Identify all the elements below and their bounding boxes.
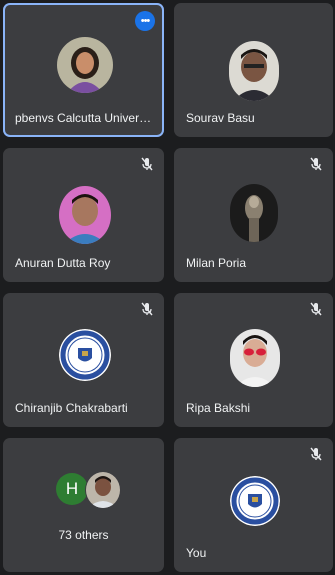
self-name: You [186,546,207,560]
mic-off-icon [307,445,325,463]
avatar [85,471,121,509]
participant-tile-chiranjib[interactable]: Chiranjib Chakrabarti [3,293,164,427]
mic-off-icon [138,300,156,318]
participant-tile-sourav[interactable]: Sourav Basu [174,3,333,137]
avatar [59,186,111,244]
participant-tile-pbenvs[interactable]: ••• pbenvs Calcutta Universi... [3,3,164,137]
avatar [229,41,279,101]
participant-name: Milan Poria [186,256,247,270]
participant-tile-milan[interactable]: Milan Poria [174,148,333,282]
self-tile[interactable]: You [174,438,333,572]
others-count-label: 73 others [58,528,109,542]
participant-name: Sourav Basu [186,111,255,125]
participant-name: Anuran Dutta Roy [15,256,111,270]
mic-off-icon [307,300,325,318]
avatar [230,329,280,387]
others-tile[interactable]: H 73 others [3,438,164,572]
participant-name: Ripa Bakshi [186,401,251,415]
avatar [230,184,278,242]
mic-off-icon [307,155,325,173]
more-options-icon[interactable]: ••• [135,11,155,31]
participant-tile-anuran[interactable]: Anuran Dutta Roy [3,148,164,282]
mic-off-icon [138,155,156,173]
avatar-letter: H [56,473,88,505]
participant-tile-ripa[interactable]: Ripa Bakshi [174,293,333,427]
avatar [57,37,113,93]
university-logo [59,329,111,381]
university-logo [230,476,280,526]
participant-name: pbenvs Calcutta Universi... [15,111,155,125]
participant-name: Chiranjib Chakrabarti [15,401,128,415]
